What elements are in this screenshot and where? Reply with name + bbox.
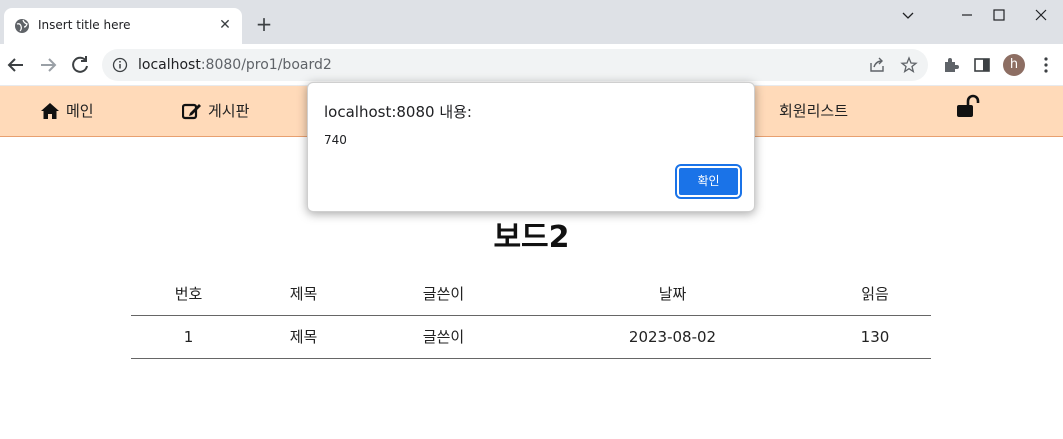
maximize-icon[interactable]	[979, 4, 1019, 28]
globe-icon	[15, 19, 29, 33]
ok-button[interactable]: 확인	[675, 164, 742, 199]
browser-titlebar: Insert title here ✕ +	[0, 0, 1063, 44]
tab-title: Insert title here	[38, 18, 131, 32]
chevron-down-icon[interactable]	[888, 4, 928, 28]
side-panel-icon[interactable]	[972, 55, 992, 75]
profile-avatar[interactable]: h	[1003, 54, 1025, 76]
edit-icon	[182, 103, 201, 119]
extensions-puzzle-icon[interactable]	[941, 55, 961, 75]
url-host: localhost	[138, 57, 201, 73]
nav-member-list-label: 회원리스트	[779, 102, 849, 120]
dialog-message: 740	[324, 133, 347, 147]
nav-home-label: 메인	[66, 102, 94, 120]
cell-date: 2023-08-02	[526, 315, 819, 359]
header-number: 번호	[131, 272, 246, 316]
cell-title[interactable]: 제목	[246, 315, 361, 359]
url-text: localhost:8080/pro1/board2	[138, 57, 332, 73]
address-bar[interactable]: localhost:8080/pro1/board2	[102, 49, 928, 81]
url-path: :8080/pro1/board2	[200, 57, 332, 73]
nav-board-label: 게시판	[208, 102, 250, 120]
cell-writer: 글쓴이	[361, 315, 526, 359]
more-menu-icon[interactable]	[1039, 55, 1053, 75]
window-close-icon[interactable]	[1021, 4, 1061, 28]
cell-number: 1	[131, 315, 246, 359]
new-tab-icon[interactable]: +	[254, 14, 274, 34]
dialog-title: localhost:8080 내용:	[324, 103, 472, 121]
info-icon[interactable]	[112, 57, 128, 73]
nav-login[interactable]	[956, 94, 982, 118]
table-row[interactable]: 1 제목 글쓴이 2023-08-02 130	[131, 315, 931, 359]
nav-board[interactable]: 게시판	[182, 100, 249, 121]
forward-arrow-icon[interactable]	[36, 53, 60, 77]
tab-close-icon[interactable]: ✕	[216, 16, 234, 34]
header-writer: 글쓴이	[361, 272, 526, 316]
table-header-row: 번호 제목 글쓴이 날짜 읽음	[131, 272, 931, 316]
browser-toolbar: localhost:8080/pro1/board2 h	[0, 44, 1063, 86]
back-arrow-icon[interactable]	[4, 53, 28, 77]
alert-dialog: localhost:8080 내용: 740 확인	[307, 82, 755, 212]
cell-read: 130	[819, 315, 931, 359]
header-date: 날짜	[526, 272, 819, 316]
header-title: 제목	[246, 272, 361, 316]
page-title: 보드2	[493, 220, 570, 255]
unlock-icon	[957, 94, 980, 117]
nav-home[interactable]: 메인	[40, 100, 94, 121]
share-icon[interactable]	[868, 56, 886, 74]
board-table: 번호 제목 글쓴이 날짜 읽음 1 제목 글쓴이 2023-08-02 130	[131, 272, 931, 359]
reload-icon[interactable]	[68, 53, 92, 77]
nav-member-list[interactable]: 회원리스트	[779, 100, 848, 121]
bookmark-star-icon[interactable]	[900, 56, 918, 74]
header-read: 읽음	[819, 272, 931, 316]
home-icon	[41, 102, 59, 119]
browser-tab[interactable]: Insert title here ✕	[4, 8, 242, 44]
